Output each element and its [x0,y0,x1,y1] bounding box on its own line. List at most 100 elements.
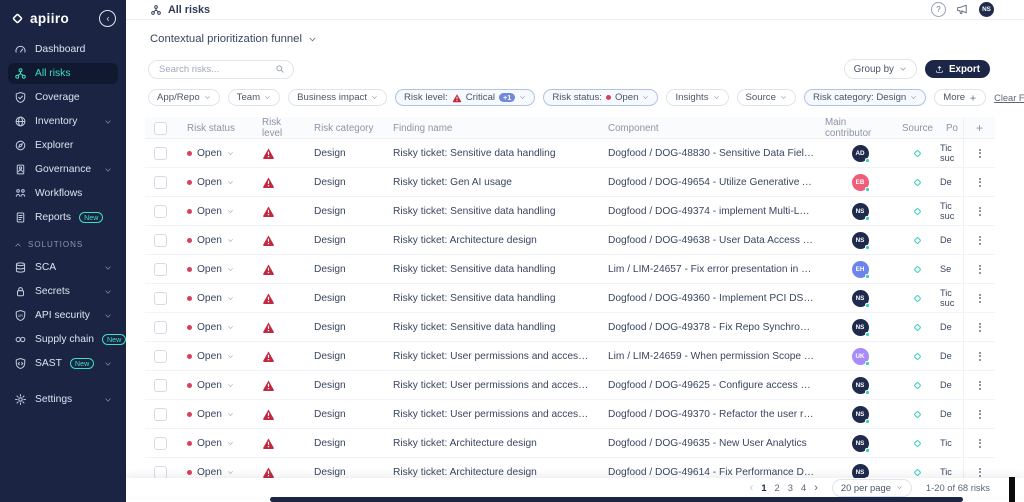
sidebar-item[interactable]: Supply chain New [8,329,118,350]
row-menu-button[interactable] [976,436,984,451]
page-number[interactable]: 3 [788,482,793,493]
table-row[interactable]: Open Design Risky ticket: Sensitive data… [145,255,995,284]
table-row[interactable]: Open Design Risky ticket: Sensitive data… [145,139,995,168]
row-checkbox[interactable] [154,292,167,305]
finding-name-cell[interactable]: Risky ticket: Architecture design [385,438,600,449]
finding-name-cell[interactable]: Risky ticket: Sensitive data handling [385,148,600,159]
filter-chip[interactable]: Risk status: Open [543,89,658,106]
sidebar-item[interactable]: Dashboard [8,39,118,60]
risk-status-dropdown[interactable]: Open [175,293,250,304]
table-row[interactable]: Open Design Risky ticket: Sensitive data… [145,284,995,313]
row-checkbox[interactable] [154,408,167,421]
risk-status-dropdown[interactable]: Open [175,409,250,420]
row-menu-button[interactable] [976,175,984,190]
filter-chip[interactable]: Insights [666,89,728,106]
page-number[interactable]: 1 [761,482,766,493]
component-cell[interactable]: Dogfood / DOG-49370 - Refactor the user … [600,409,825,420]
risk-status-dropdown[interactable]: Open [175,467,250,478]
row-menu-button[interactable] [976,349,984,364]
clear-filters-link[interactable]: Clear Filters [994,93,1024,103]
risk-status-dropdown[interactable]: Open [175,438,250,449]
filter-chip[interactable]: More [934,89,986,106]
column-source[interactable]: Source [895,123,940,134]
prioritization-funnel-dropdown[interactable]: Contextual prioritization funnel [150,33,317,45]
table-row[interactable]: Open Design Risky ticket: Sensitive data… [145,313,995,342]
row-menu-button[interactable] [976,262,984,277]
select-all-checkbox[interactable] [154,122,167,135]
finding-name-cell[interactable]: Risky ticket: Architecture design [385,467,600,478]
search-risks-field[interactable] [148,60,294,79]
row-menu-button[interactable] [976,378,984,393]
table-row[interactable]: Open Design Risky ticket: User permissio… [145,371,995,400]
component-cell[interactable]: Dogfood / DOG-49625 - Configure access c… [600,380,825,391]
sidebar-item[interactable]: Explorer [8,135,118,156]
search-input[interactable] [157,63,269,76]
filter-chip[interactable]: App/Repo [148,89,220,106]
finding-name-cell[interactable]: Risky ticket: User permissions and acces… [385,351,600,362]
previous-page-button[interactable]: ‹ [750,482,754,494]
sidebar-collapse-button[interactable] [99,10,116,27]
page-number[interactable]: 2 [775,482,780,493]
filter-chip[interactable]: Risk category: Design [804,89,926,106]
risk-status-dropdown[interactable]: Open [175,148,250,159]
risk-status-dropdown[interactable]: Open [175,264,250,275]
component-cell[interactable]: Dogfood / DOG-49654 - Utilize Generative… [600,177,825,188]
sidebar-item-settings[interactable]: Settings [8,389,118,410]
export-button[interactable]: Export [925,60,990,78]
risk-status-dropdown[interactable]: Open [175,322,250,333]
user-avatar[interactable]: NS [979,2,994,17]
table-row[interactable]: Open Design Risky ticket: Architecture d… [145,226,995,255]
page-number[interactable]: 4 [801,482,806,493]
component-cell[interactable]: Dogfood / DOG-49374 - implement Multi-La… [600,206,825,217]
component-cell[interactable]: Lim / LIM-24657 - Fix error presentation… [600,264,825,275]
sidebar-item[interactable]: SCA [8,257,118,278]
risk-status-dropdown[interactable]: Open [175,235,250,246]
table-row[interactable]: Open Design Risky ticket: User permissio… [145,400,995,429]
horizontal-scrollbar-thumb[interactable] [270,497,963,502]
row-checkbox[interactable] [154,234,167,247]
sidebar-item[interactable]: All risks [8,63,118,84]
per-page-dropdown[interactable]: 20 per page [832,479,912,497]
sidebar-item[interactable]: SAST New [8,353,118,374]
finding-name-cell[interactable]: Risky ticket: User permissions and acces… [385,380,600,391]
row-checkbox[interactable] [154,147,167,160]
filter-chip[interactable]: Business impact [288,89,387,106]
risk-status-dropdown[interactable]: Open [175,206,250,217]
megaphone-icon[interactable] [956,3,969,16]
column-po[interactable]: Po [940,123,963,134]
filter-chip[interactable]: Risk level: Critical +1 [395,89,535,106]
sidebar-item[interactable]: Secrets [8,281,118,302]
component-cell[interactable]: Lim / LIM-24659 - When permission Scope … [600,351,825,362]
add-column-button[interactable]: + [963,117,995,139]
row-menu-button[interactable] [976,407,984,422]
group-by-dropdown[interactable]: Group by [844,59,917,79]
filter-chip[interactable]: Source [737,89,796,106]
row-checkbox[interactable] [154,176,167,189]
finding-name-cell[interactable]: Risky ticket: Architecture design [385,235,600,246]
risk-status-dropdown[interactable]: Open [175,351,250,362]
column-component[interactable]: Component [600,123,825,134]
row-checkbox[interactable] [154,321,167,334]
row-checkbox[interactable] [154,466,167,479]
table-row[interactable]: Open Design Risky ticket: User permissio… [145,342,995,371]
component-cell[interactable]: Dogfood / DOG-49638 - User Data Access i… [600,235,825,246]
finding-name-cell[interactable]: Risky ticket: Sensitive data handling [385,293,600,304]
sidebar-item[interactable]: Governance [8,159,118,180]
column-finding-name[interactable]: Finding name [385,123,600,134]
component-cell[interactable]: Dogfood / DOG-49378 - Fix Repo Synchroni… [600,322,825,333]
finding-name-cell[interactable]: Risky ticket: Sensitive data handling [385,264,600,275]
row-checkbox[interactable] [154,263,167,276]
finding-name-cell[interactable]: Risky ticket: Gen AI usage [385,177,600,188]
row-menu-button[interactable] [976,233,984,248]
risk-status-dropdown[interactable]: Open [175,380,250,391]
column-risk-status[interactable]: Risk status [175,123,250,134]
row-checkbox[interactable] [154,205,167,218]
component-cell[interactable]: Dogfood / DOG-49635 - New User Analytics [600,438,825,449]
finding-name-cell[interactable]: Risky ticket: Sensitive data handling [385,322,600,333]
next-page-button[interactable]: › [814,482,818,494]
sidebar-item[interactable]: Coverage [8,87,118,108]
row-menu-button[interactable] [976,146,984,161]
row-menu-button[interactable] [976,291,984,306]
finding-name-cell[interactable]: Risky ticket: Sensitive data handling [385,206,600,217]
sidebar-item[interactable]: Workflows [8,183,118,204]
